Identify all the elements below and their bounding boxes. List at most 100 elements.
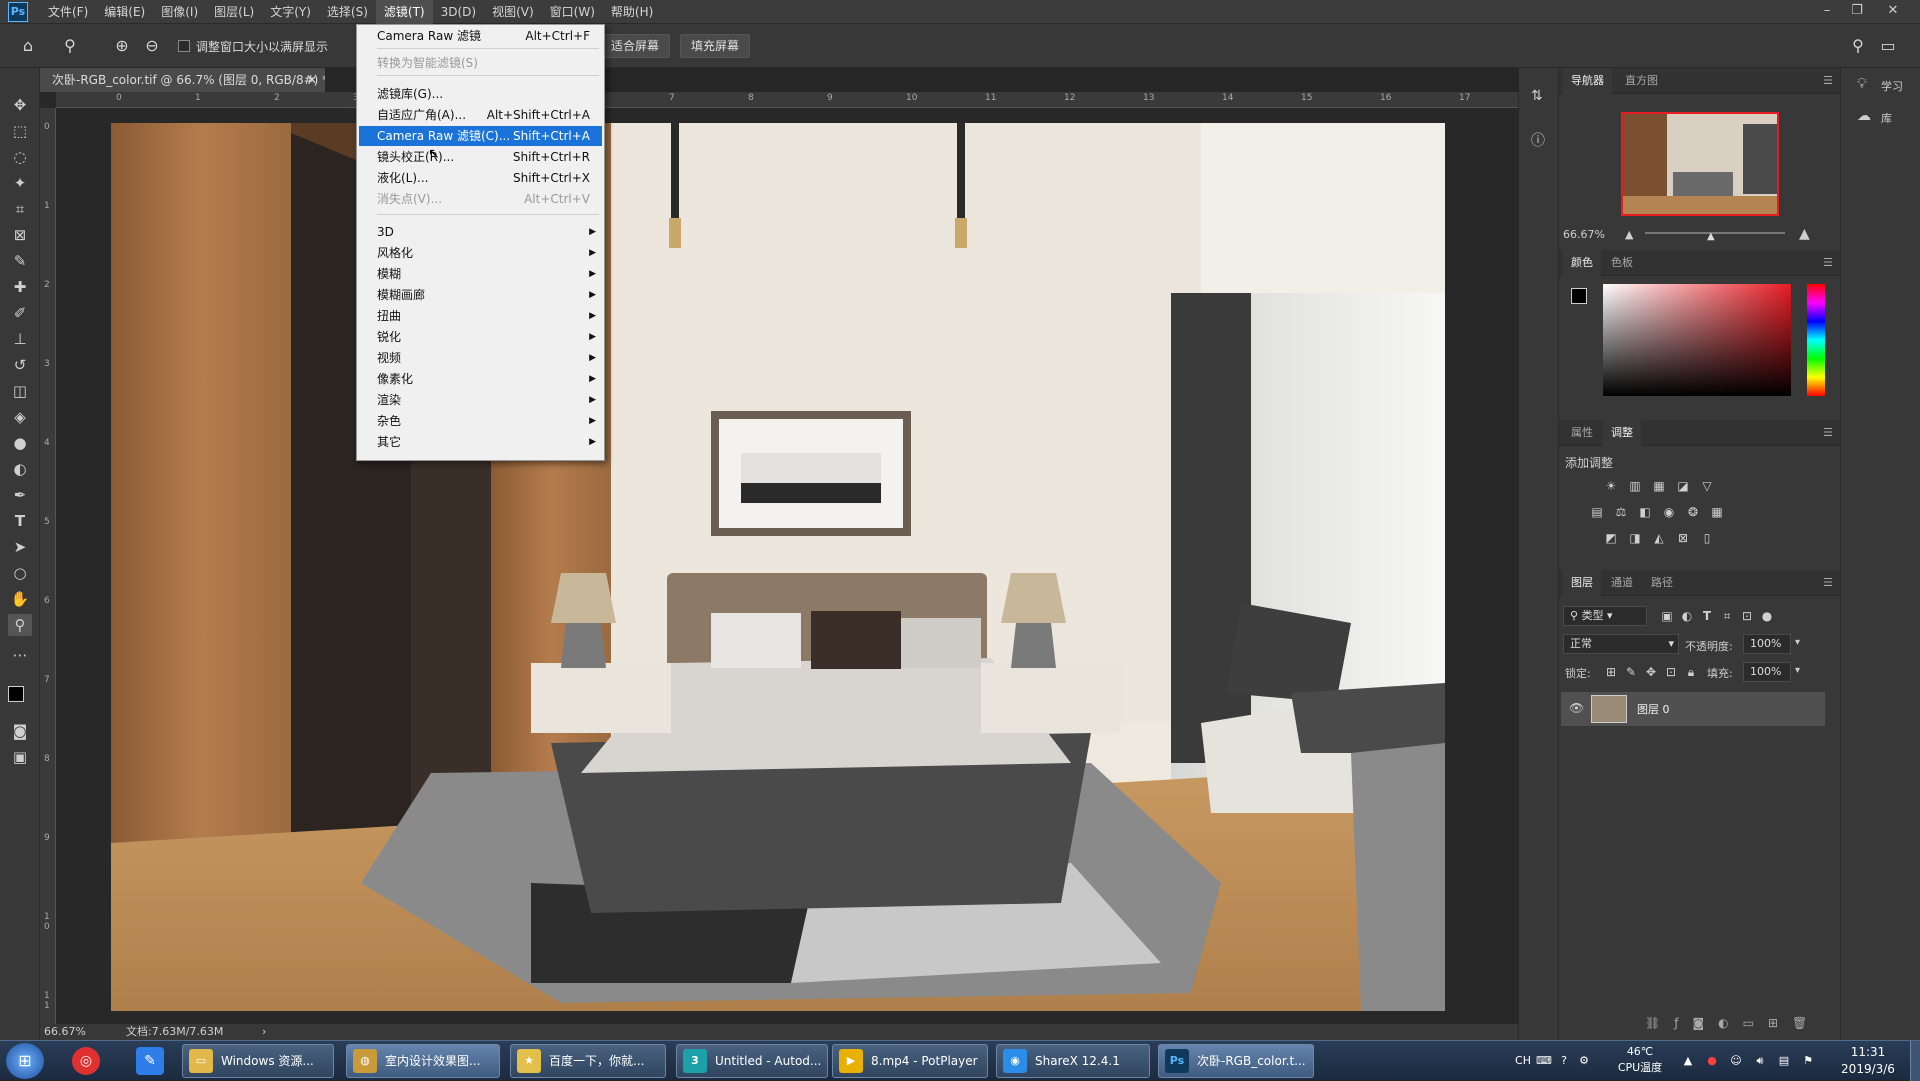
menu-window[interactable]: 窗口(W) bbox=[542, 0, 603, 24]
paint-bucket-icon[interactable]: ◈ bbox=[8, 406, 32, 428]
posterize-icon[interactable]: ◨ bbox=[1627, 530, 1643, 546]
canvas-image[interactable] bbox=[111, 123, 1445, 1011]
tab-color[interactable]: 颜色 bbox=[1563, 250, 1601, 276]
menu-item-distort[interactable]: 扭曲 ▶ bbox=[359, 306, 602, 326]
status-arrow-icon[interactable]: › bbox=[262, 1024, 266, 1040]
channel-mixer-icon[interactable]: ❂ bbox=[1685, 504, 1701, 520]
type-tool-icon[interactable]: T bbox=[8, 510, 32, 532]
curves-icon[interactable]: ▦ bbox=[1651, 478, 1667, 494]
learn-icon[interactable]: 💡︎ bbox=[1857, 76, 1867, 92]
add-mask-icon[interactable]: ◙ bbox=[1692, 1016, 1718, 1030]
learn-label[interactable]: 学习 bbox=[1881, 78, 1903, 94]
tab-channels[interactable]: 通道 bbox=[1603, 570, 1641, 596]
menu-item-render[interactable]: 渲染 ▶ bbox=[359, 390, 602, 410]
foreground-color-swatch[interactable] bbox=[8, 686, 24, 702]
tab-properties[interactable]: 属性 bbox=[1563, 420, 1601, 446]
lock-transparent-icon[interactable]: ⊞ bbox=[1603, 664, 1619, 680]
menu-help[interactable]: 帮助(H) bbox=[603, 0, 661, 24]
opacity-dropdown-icon[interactable]: ▾ bbox=[1795, 637, 1800, 648]
qq-icon[interactable]: ☺ bbox=[1728, 1041, 1744, 1081]
zoom-tool-active-icon[interactable]: ⚲ bbox=[8, 614, 32, 636]
menu-file[interactable]: 文件(F) bbox=[40, 0, 96, 24]
menu-item-convert-smart-filter[interactable]: 转换为智能滤镜(S) bbox=[359, 53, 602, 73]
filter-toggle-icon[interactable]: ● bbox=[1759, 608, 1775, 624]
vibrance-icon[interactable]: ▽ bbox=[1699, 478, 1715, 494]
weibo-icon[interactable]: ◎ bbox=[72, 1047, 100, 1075]
invert-icon[interactable]: ◩ bbox=[1603, 530, 1619, 546]
dodge-tool-icon[interactable]: ◐ bbox=[8, 458, 32, 480]
menu-item-sharpen[interactable]: 锐化 ▶ bbox=[359, 327, 602, 347]
menu-type[interactable]: 文字(Y) bbox=[262, 0, 319, 24]
layer-row[interactable]: 👁︎ 图层 0 bbox=[1561, 692, 1825, 726]
color-picker-field[interactable] bbox=[1603, 284, 1791, 396]
tab-navigator[interactable]: 导航器 bbox=[1563, 68, 1612, 94]
zoom-in-icon[interactable]: ⊕ bbox=[110, 34, 134, 58]
tab-paths[interactable]: 路径 bbox=[1643, 570, 1681, 596]
layer-name[interactable]: 图层 0 bbox=[1637, 701, 1670, 717]
levels-icon[interactable]: ▥ bbox=[1627, 478, 1643, 494]
zoom-out-mountain-icon[interactable]: ▲ bbox=[1625, 228, 1633, 241]
frame-tool-icon[interactable]: ⊠ bbox=[8, 224, 32, 246]
fx-icon[interactable]: ƒ bbox=[1674, 1016, 1692, 1030]
show-desktop-button[interactable] bbox=[1910, 1041, 1920, 1081]
tray-expand-icon[interactable]: ▲ bbox=[1680, 1041, 1696, 1081]
panel-menu-icon[interactable]: ☰ bbox=[1823, 576, 1833, 589]
lock-position-icon[interactable]: ✥ bbox=[1643, 664, 1659, 680]
menu-item-filter-gallery[interactable]: 滤镜库(G)... bbox=[359, 84, 602, 104]
zoom-level[interactable]: 66.67% bbox=[44, 1024, 86, 1040]
menu-item-liquify[interactable]: 液化(L)... Shift+Ctrl+X bbox=[359, 168, 602, 188]
layer-filter-select[interactable]: ⚲ 类型 ▾ bbox=[1563, 606, 1647, 626]
lock-image-icon[interactable]: ✎ bbox=[1623, 664, 1639, 680]
menu-edit[interactable]: 编辑(E) bbox=[96, 0, 153, 24]
eraser-tool-icon[interactable]: ◫ bbox=[8, 380, 32, 402]
lasso-tool-icon[interactable]: ◌ bbox=[8, 146, 32, 168]
menu-filter[interactable]: 滤镜(T) bbox=[375, 0, 433, 24]
taskbar-potplayer[interactable]: ▶ 8.mp4 - PotPlayer bbox=[832, 1044, 988, 1078]
filter-pixel-icon[interactable]: ▣ bbox=[1659, 608, 1675, 624]
document-tab[interactable]: 次卧-RGB_color.tif @ 66.7% (图层 0, RGB/8#) … bbox=[40, 68, 325, 92]
healing-brush-icon[interactable]: ✚ bbox=[8, 276, 32, 298]
close-icon[interactable]: ✕ bbox=[1878, 0, 1908, 24]
taskbar-windows-explorer[interactable]: ▭ Windows 资源... bbox=[182, 1044, 334, 1078]
visibility-eye-icon[interactable]: 👁︎ bbox=[1569, 701, 1584, 715]
filter-smart-object-icon[interactable]: ⊡ bbox=[1739, 608, 1755, 624]
taskbar-photoshop[interactable]: Ps 次卧-RGB_color.t... bbox=[1158, 1044, 1314, 1078]
menu-layer[interactable]: 图层(L) bbox=[206, 0, 262, 24]
menu-item-3d[interactable]: 3D ▶ bbox=[359, 222, 602, 242]
screen-mode-icon[interactable]: ▣ bbox=[8, 746, 32, 768]
new-group-icon[interactable]: ▭ bbox=[1743, 1016, 1768, 1030]
panel-menu-icon[interactable]: ☰ bbox=[1823, 256, 1833, 269]
fit-screen-button[interactable]: 适合屏幕 bbox=[600, 34, 671, 58]
network-icon[interactable]: ▤ bbox=[1776, 1041, 1792, 1081]
more-tools-icon[interactable]: ⋯ bbox=[8, 644, 32, 666]
minimize-icon[interactable]: – bbox=[1812, 0, 1842, 24]
menu-item-blur-gallery[interactable]: 模糊画廊 ▶ bbox=[359, 285, 602, 305]
zoom-slider[interactable] bbox=[1645, 232, 1785, 234]
keyboard-icon[interactable]: ⌨ bbox=[1536, 1041, 1552, 1081]
resize-window-checkbox[interactable] bbox=[178, 40, 190, 52]
link-layers-icon[interactable]: ⛓ bbox=[1645, 1016, 1674, 1030]
marquee-tool-icon[interactable]: ⬚ bbox=[8, 120, 32, 142]
menu-select[interactable]: 选择(S) bbox=[319, 0, 376, 24]
fill-input[interactable]: 100% bbox=[1743, 662, 1791, 682]
history-brush-icon[interactable]: ↺ bbox=[8, 354, 32, 376]
tab-adjustments[interactable]: 调整 bbox=[1603, 420, 1641, 446]
brightness-icon[interactable]: ☀ bbox=[1603, 478, 1619, 494]
stamp-tool-icon[interactable]: ⊥ bbox=[8, 328, 32, 350]
lock-artboard-icon[interactable]: ⊡ bbox=[1663, 664, 1679, 680]
zoom-out-icon[interactable]: ⊖ bbox=[140, 34, 164, 58]
zoom-tool-icon[interactable]: ⚲ bbox=[58, 34, 82, 58]
brush-tool-icon[interactable]: ✐ bbox=[8, 302, 32, 324]
hue-slider[interactable] bbox=[1807, 284, 1825, 396]
panel-menu-icon[interactable]: ☰ bbox=[1823, 74, 1833, 87]
menu-item-noise[interactable]: 杂色 ▶ bbox=[359, 411, 602, 431]
restore-icon[interactable]: ❐ bbox=[1842, 0, 1872, 24]
black-white-icon[interactable]: ◧ bbox=[1637, 504, 1653, 520]
filter-type-icon[interactable]: T bbox=[1699, 608, 1715, 624]
pen-tool-icon[interactable]: ✒ bbox=[8, 484, 32, 506]
color-lookup-icon[interactable]: ▦ bbox=[1709, 504, 1725, 520]
filter-shape-icon[interactable]: ⌗ bbox=[1719, 608, 1735, 624]
search-icon[interactable]: ⚲ bbox=[1846, 34, 1870, 58]
menu-item-camera-raw-filter[interactable]: Camera Raw 滤镜(C)... Shift+Ctrl+A bbox=[359, 126, 602, 146]
opacity-input[interactable]: 100% bbox=[1743, 634, 1791, 654]
